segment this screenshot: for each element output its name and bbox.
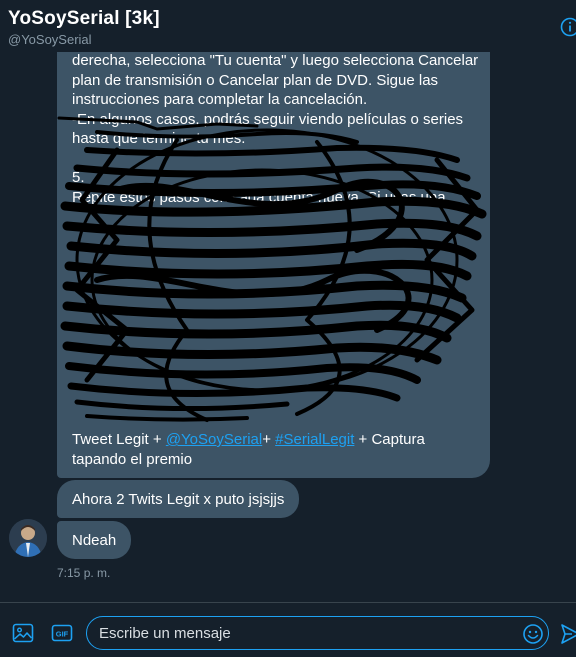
message-text-block: derecha, selecciona "Tu cuenta" y luego … [72, 51, 479, 207]
avatar-image [9, 519, 47, 557]
hashtag-link[interactable]: #SerialLegit [275, 431, 354, 448]
message-bubble[interactable]: Ndeah [57, 521, 132, 559]
conversation-area: derecha, selecciona "Tu cuenta" y luego … [0, 0, 576, 600]
message-line-blank [72, 149, 476, 169]
mention-link[interactable]: @YoSoySerial [166, 431, 262, 448]
message-line: Repite estos pasos con cada cuenta nueva… [72, 188, 446, 206]
gif-label: GIF [56, 630, 69, 639]
message-input[interactable]: Escribe un mensaje [86, 616, 549, 650]
message-line: hasta que termine tu mes. [72, 130, 246, 147]
avatar[interactable] [9, 519, 47, 557]
message-composer: GIF Escribe un mensaje [0, 602, 576, 657]
conversation-header: YoSoySerial [3k] @YoSoySerial [0, 0, 576, 52]
conversation-handle: @YoSoySerial [8, 32, 92, 47]
image-icon[interactable] [12, 623, 34, 643]
footer-text: Tweet Legit + [72, 431, 166, 448]
message-line: 5. [72, 169, 85, 186]
message-line: Tweet Legit + @YoSoySerial+ #SerialLegit… [72, 430, 482, 450]
message-footer: Tweet Legit + @YoSoySerial+ #SerialLegit… [72, 430, 482, 469]
message-line: derecha, selecciona "Tu cuenta" y luego … [72, 52, 479, 69]
send-icon[interactable] [560, 623, 576, 645]
footer-text: + Captura [354, 431, 425, 448]
message-bubble[interactable]: Ahora 2 Twits Legit x puto jsjsjjs [57, 480, 300, 518]
message-line: plan de transmisión o Cancelar plan de D… [72, 71, 439, 89]
message-bubble-main[interactable]: derecha, selecciona "Tu cuenta" y luego … [57, 30, 490, 478]
emoji-icon[interactable] [522, 623, 544, 645]
conversation-title[interactable]: YoSoySerial [3k] [8, 8, 160, 30]
message-line: -En algunos casos, podrás seguir viendo … [72, 110, 464, 128]
message-line: tapando el premio [72, 450, 193, 468]
footer-plus: + [262, 431, 276, 448]
message-timestamp: 7:15 p. m. [57, 566, 111, 580]
gif-icon[interactable]: GIF [51, 623, 73, 643]
message-input-placeholder: Escribe un mensaje [99, 625, 231, 642]
info-icon[interactable] [560, 17, 576, 37]
message-line: instrucciones para completar la cancelac… [72, 91, 368, 108]
